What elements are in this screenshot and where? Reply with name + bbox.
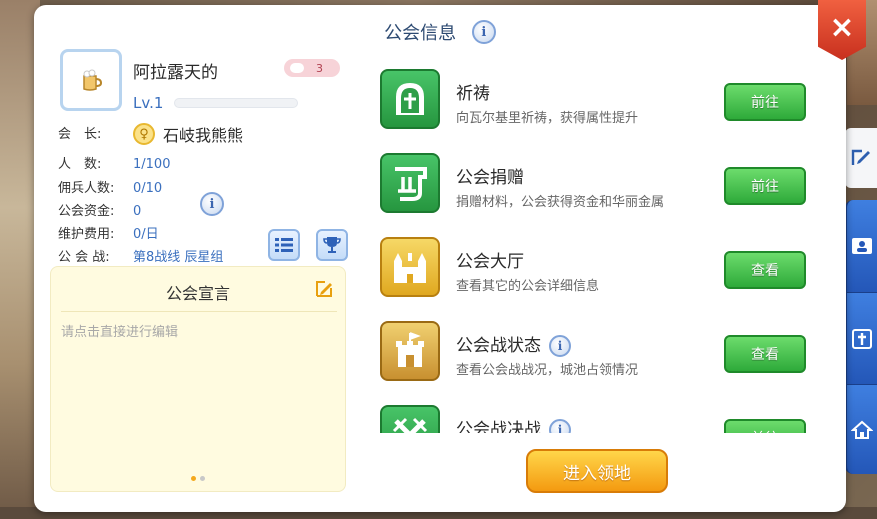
- home-icon: [851, 420, 873, 439]
- item-description: 向瓦尔基里祈祷，获得属性提升: [456, 111, 639, 126]
- list-item: 公会捐赠捐赠材料，公会获得资金和华丽金属 前往: [380, 149, 810, 233]
- item-name-text: 公会捐赠: [456, 168, 524, 188]
- item-action-label: 前往: [751, 428, 779, 433]
- item-action-label: 查看: [751, 263, 779, 279]
- declaration-divider: [61, 311, 337, 312]
- item-action-button[interactable]: 查看: [724, 335, 806, 373]
- leader-name[interactable]: 石岐我熊熊: [163, 126, 243, 145]
- enter-territory-button[interactable]: 进入领地: [526, 449, 668, 493]
- item-description: 捐赠材料，公会获得资金和华丽金属: [456, 195, 665, 210]
- war-row: 公 会 战: 第8战线 辰星组: [58, 246, 223, 265]
- mercenary-value: 0/10: [133, 181, 163, 196]
- guild-feature-list[interactable]: 祈祷 向瓦尔基里祈祷，获得属性提升 前往 公会捐赠 捐赠材料，公会获得资金和华丽金属 前往…: [380, 65, 810, 433]
- crossed-swords-icon: [380, 405, 440, 433]
- leader-label: 会 长:: [58, 126, 102, 142]
- close-icon: ×: [829, 10, 855, 45]
- item-action-button[interactable]: 前往: [724, 419, 806, 433]
- item-name-text: 公会战状态: [456, 336, 541, 356]
- guild-info-panel: 公会信息 i × 阿拉露天的 3 Lv.1 会 长: ♀ 石岐我熊熊 人 数: 1/1…: [34, 0, 866, 512]
- guild-avatar: [60, 49, 122, 111]
- guild-flag-icon: [852, 328, 872, 349]
- war-value: 第8战线 辰星组: [133, 250, 224, 265]
- guild-level: Lv.1: [133, 94, 164, 112]
- edit-icon: [851, 149, 870, 165]
- item-description: 查看公会战战况，城池占领情况: [456, 363, 639, 378]
- members-label: 人 数:: [58, 157, 102, 172]
- declaration-edit-button[interactable]: [313, 279, 335, 301]
- item-name: 祈祷: [456, 79, 490, 104]
- members-row: 人 数: 1/100: [58, 153, 170, 172]
- panel-header: 公会信息 i: [34, 19, 846, 45]
- side-tab-guild[interactable]: [845, 292, 877, 384]
- item-name-text: 公会大厅: [456, 252, 524, 272]
- guild-name: 阿拉露天的: [133, 63, 218, 83]
- member-list-button[interactable]: [268, 229, 300, 261]
- item-name-text: 祈祷: [456, 84, 490, 104]
- mercenary-label: 佣兵人数:: [58, 181, 115, 196]
- level-progress-bar: [174, 98, 298, 108]
- item-name: 公会大厅: [456, 247, 524, 272]
- upkeep-label: 维护费用:: [58, 227, 115, 242]
- ranking-button[interactable]: [316, 229, 348, 261]
- item-name: 公会捐赠: [456, 163, 524, 188]
- item-action-button[interactable]: 查看: [724, 251, 806, 289]
- declaration-page-dots: [51, 466, 345, 485]
- item-action-button[interactable]: 前往: [724, 167, 806, 205]
- list-item: 公会大厅查看其它的公会详细信息 查看: [380, 233, 810, 317]
- badge-count: 3: [316, 61, 323, 75]
- item-name: 公会战决战 i: [456, 415, 571, 433]
- funds-row: 公会资金: 0: [58, 200, 141, 219]
- declaration-placeholder[interactable]: 请点击直接进行编辑: [61, 321, 178, 340]
- page-dot: [200, 476, 205, 481]
- upkeep-row: 维护费用: 0/日: [58, 223, 159, 242]
- side-tab-profile[interactable]: [845, 200, 877, 292]
- declaration-box[interactable]: 公会宣言 请点击直接进行编辑: [50, 266, 346, 492]
- side-edit-icon[interactable]: [845, 128, 877, 188]
- funds-info-icon[interactable]: i: [200, 192, 224, 216]
- item-action-button[interactable]: 前往: [724, 83, 806, 121]
- item-info-icon[interactable]: i: [549, 335, 571, 357]
- page-dot: [191, 476, 196, 481]
- item-name: 公会战状态 i: [456, 331, 571, 357]
- castle-icon: [380, 237, 440, 297]
- mercenary-row: 佣兵人数: 0/10: [58, 177, 162, 196]
- female-gender-icon: ♀: [133, 123, 155, 145]
- item-action-label: 前往: [751, 95, 779, 111]
- list-item: 公会战决战 i 前往: [380, 401, 810, 433]
- donation-icon: [380, 153, 440, 213]
- prayer-icon: [380, 69, 440, 129]
- declaration-title: 公会宣言: [165, 284, 230, 303]
- war-label: 公 会 战:: [58, 250, 110, 265]
- item-action-label: 查看: [751, 347, 779, 363]
- guild-emblem-icon: [83, 69, 103, 91]
- item-info-icon[interactable]: i: [549, 419, 571, 433]
- leader-row: 会 长: ♀ 石岐我熊熊: [58, 122, 243, 146]
- guild-badge: 3: [284, 59, 340, 77]
- list-item: 公会战状态 i 查看公会战战况，城池占领情况 查看: [380, 317, 810, 401]
- panel-title: 公会信息: [384, 23, 457, 44]
- upkeep-value: 0/日: [133, 227, 159, 242]
- enter-territory-label: 进入领地: [563, 463, 631, 484]
- list-icon: [275, 238, 293, 252]
- item-description: 查看其它的公会详细信息: [456, 279, 600, 294]
- item-action-label: 前往: [751, 179, 779, 195]
- badge-toggle: [290, 63, 304, 73]
- edit-icon: [316, 281, 332, 297]
- fortress-icon: [380, 321, 440, 381]
- members-value: 1/100: [133, 157, 171, 172]
- title-info-icon[interactable]: i: [471, 20, 496, 44]
- funds-label: 公会资金:: [58, 204, 115, 219]
- list-item: 祈祷向瓦尔基里祈祷，获得属性提升 前往: [380, 65, 810, 149]
- side-tab-home[interactable]: [845, 384, 877, 474]
- funds-value: 0: [133, 204, 142, 219]
- item-name-text: 公会战决战: [456, 420, 541, 433]
- id-card-icon: [852, 238, 872, 254]
- trophy-icon: [323, 237, 341, 253]
